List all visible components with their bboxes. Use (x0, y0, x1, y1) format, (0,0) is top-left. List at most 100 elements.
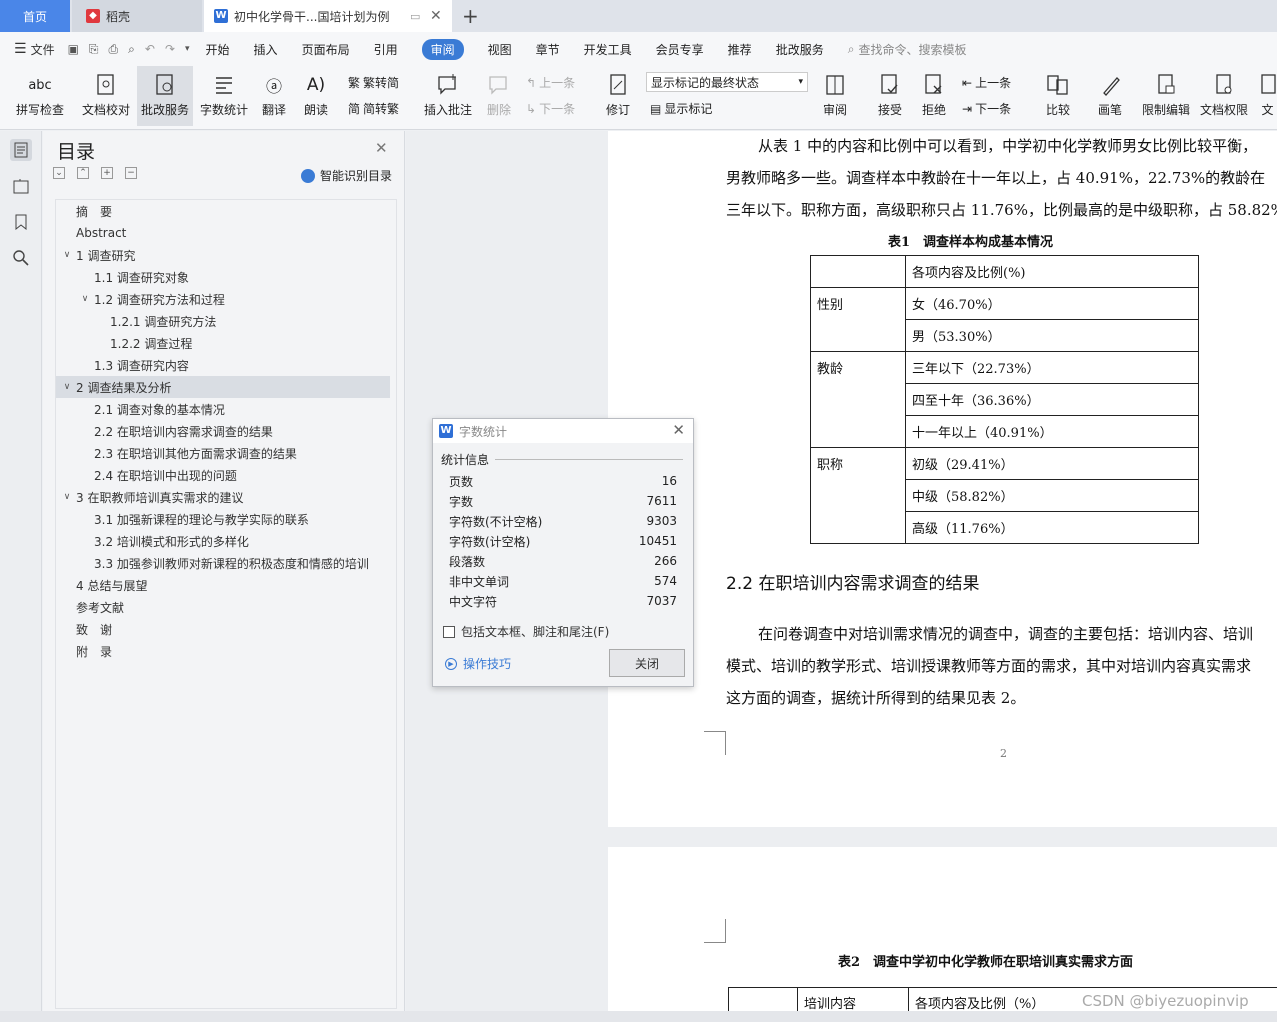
simp-to-trad-button[interactable]: 简简转繁 (348, 100, 399, 117)
command-search[interactable]: ⌕ 查找命令、搜索模板 (848, 41, 967, 58)
quick-access-dropdown-icon[interactable]: ▾ (185, 44, 190, 54)
new-tab-icon[interactable]: + (462, 0, 479, 32)
print-icon[interactable]: ⎙ (109, 42, 119, 57)
table1-group-cell[interactable]: 性别 (810, 287, 906, 352)
word-count-button[interactable]: 字数统计 (196, 66, 252, 126)
table1-cell-empty[interactable] (810, 255, 906, 288)
menu-member[interactable]: 会员专享 (656, 39, 704, 60)
reject-button[interactable]: 拒绝 (914, 66, 954, 126)
tab-document[interactable]: W 初中化学骨干...国培计划为例 ▭ ✕ (204, 0, 452, 32)
toc-item[interactable]: Abstract (56, 222, 390, 244)
chevron-down-icon[interactable]: ∨ (60, 382, 74, 392)
menu-insert[interactable]: 插入 (254, 39, 278, 60)
dialog-close-icon[interactable]: ✕ (672, 421, 685, 439)
menu-view[interactable]: 视图 (488, 39, 512, 60)
add-heading-icon[interactable]: + (101, 167, 113, 179)
toc-item[interactable]: 1.2.2 调查过程 (56, 332, 390, 354)
bookmark-icon[interactable] (10, 211, 32, 233)
toc-item[interactable]: 摘 要 (56, 200, 390, 222)
toc-item[interactable]: 3.3 加强参训教师对新课程的积极态度和情感的培训 (56, 552, 390, 574)
toc-panel-icon[interactable] (10, 139, 32, 161)
menu-developer[interactable]: 开发工具 (584, 39, 632, 60)
toc-item[interactable]: 3.1 加强新课程的理论与教学实际的联系 (56, 508, 390, 530)
smart-toc-button[interactable]: 智能识别目录 (301, 167, 392, 184)
next-change-button[interactable]: ⇥ 下一条 (962, 100, 1011, 117)
toc-item[interactable]: 致 谢 (56, 618, 390, 640)
menu-layout[interactable]: 页面布局 (302, 39, 350, 60)
paragraph-line[interactable]: 三年以下。职称方面，高级职称只占 11.76%，比例最高的是中级职称，占 58.… (726, 199, 1277, 220)
export-pdf-icon[interactable]: ⎘ (89, 42, 99, 57)
undo-icon[interactable]: ↶ (145, 42, 155, 56)
toc-item[interactable]: 4 总结与展望 (56, 574, 390, 596)
table1-value-cell[interactable]: 三年以下（22.73%） (905, 351, 1199, 384)
menu-chapter[interactable]: 章节 (536, 39, 560, 60)
table1-value-cell[interactable]: 女（46.70%） (905, 287, 1199, 320)
prev-change-button[interactable]: ⇤ 上一条 (962, 74, 1011, 91)
toc-item[interactable]: 参考文献 (56, 596, 390, 618)
table1-group-cell[interactable]: 教龄 (810, 351, 906, 448)
menu-start[interactable]: 开始 (206, 39, 230, 60)
toc-item[interactable]: 2.4 在职培训中出现的问题 (56, 464, 390, 486)
toc-item[interactable]: 3.2 培训模式和形式的多样化 (56, 530, 390, 552)
menu-review[interactable]: 审阅 (421, 38, 464, 60)
redo-icon[interactable]: ↷ (165, 42, 175, 56)
table1-value-cell[interactable]: 中级（58.82%） (905, 479, 1199, 512)
close-button[interactable]: 关闭 (609, 649, 685, 677)
toc-item[interactable]: 1.3 调查研究内容 (56, 354, 390, 376)
chevron-down-icon[interactable]: ∨ (60, 250, 74, 260)
show-marks-button[interactable]: ▤ 显示标记 (650, 100, 712, 117)
translate-button[interactable]: ⓐ 翻译 (254, 66, 294, 126)
table1-value-cell[interactable]: 初级（29.41%） (905, 447, 1199, 480)
table1-header[interactable]: 各项内容及比例(%) (905, 255, 1199, 288)
paragraph-line[interactable]: 模式、培训的教学形式、培训授课教师等方面的需求，其中对培训内容真实需求 (726, 655, 1251, 676)
accept-button[interactable]: 接受 (870, 66, 910, 126)
paragraph-line[interactable]: 在问卷调查中对培训需求情况的调查中，调查的主要包括：培训内容、培训 (758, 623, 1253, 644)
more-button[interactable]: 文 (1258, 66, 1277, 126)
menu-reference[interactable]: 引用 (374, 39, 398, 60)
doc-check-button[interactable]: 文档校对 (76, 66, 136, 126)
paragraph-line[interactable]: 从表 1 中的内容和比例中可以看到，中学初中化学教师男女比例比较平衡， (758, 135, 1257, 156)
toc-item[interactable]: 2.2 在职培训内容需求调查的结果 (56, 420, 390, 442)
insert-comment-button[interactable]: 插入批注 (420, 66, 476, 126)
remove-heading-icon[interactable]: − (125, 167, 137, 179)
include-textbox-checkbox[interactable]: 包括文本框、脚注和尾注(F) (443, 623, 609, 640)
next-comment-button[interactable]: ↳ 下一条 (526, 100, 575, 117)
toc-close-icon[interactable]: ✕ (375, 139, 388, 157)
pen-button[interactable]: 画笔 (1092, 66, 1128, 126)
grading-service-button[interactable]: 批改服务 (137, 66, 193, 126)
toc-item[interactable]: ∨ 3 在职教师培训真实需求的建议 (56, 486, 390, 508)
review-pane-button[interactable]: 审阅 (814, 66, 856, 126)
file-menu[interactable]: ☰ 文件 (14, 41, 55, 58)
chevron-down-icon[interactable]: ∨ (60, 492, 74, 502)
expand-all-icon[interactable]: ⌃ (77, 167, 89, 179)
table1-group-cell[interactable]: 职称 (810, 447, 906, 544)
track-changes-button[interactable]: 修订 (598, 66, 638, 126)
toc-item[interactable]: 1.1 调查研究对象 (56, 266, 390, 288)
chapter-nav-icon[interactable] (10, 175, 32, 197)
collapse-all-icon[interactable]: ⌄ (53, 167, 65, 179)
toc-item[interactable]: ∨ 2 调查结果及分析 (56, 376, 390, 398)
read-aloud-button[interactable]: A) 朗读 (298, 66, 334, 126)
toc-item[interactable]: 附 录 (56, 640, 390, 662)
menu-grading[interactable]: 批改服务 (776, 39, 824, 60)
prev-comment-button[interactable]: ↰ 上一条 (526, 74, 575, 91)
tab-home[interactable]: 首页 (0, 0, 70, 32)
paragraph-line[interactable]: 这方面的调查，据统计所得到的结果见表 2。 (726, 687, 1025, 708)
toc-item[interactable]: 2.1 调查对象的基本情况 (56, 398, 390, 420)
spell-check-button[interactable]: abc 拼写检查 (8, 66, 72, 126)
display-mode-select[interactable]: 显示标记的最终状态 ▾ (646, 72, 808, 92)
tab-daoke[interactable]: ◆ 稻壳 (72, 0, 202, 32)
find-icon[interactable] (10, 247, 32, 269)
dialog-titlebar[interactable]: W 字数统计 ✕ (433, 419, 693, 443)
table1-value-cell[interactable]: 高级（11.76%） (905, 511, 1199, 544)
restrict-edit-button[interactable]: 限制编辑 (1140, 66, 1192, 126)
paragraph-line[interactable]: 男教师略多一些。调查样本中教龄在十一年以上，占 40.91%，22.73%的教龄… (726, 167, 1265, 188)
print-preview-icon[interactable]: ⌕ (128, 42, 135, 57)
chevron-down-icon[interactable]: ∨ (78, 294, 92, 304)
toc-item[interactable]: ∨ 1.2 调查研究方法和过程 (56, 288, 390, 310)
delete-comment-button[interactable]: 删除 (478, 66, 520, 126)
save-icon[interactable]: ▣ (68, 42, 79, 56)
table1-value-cell[interactable]: 十一年以上（40.91%） (905, 415, 1199, 448)
section-heading[interactable]: 2.2 在职培训内容需求调查的结果 (726, 569, 979, 594)
table1-value-cell[interactable]: 男（53.30%） (905, 319, 1199, 352)
